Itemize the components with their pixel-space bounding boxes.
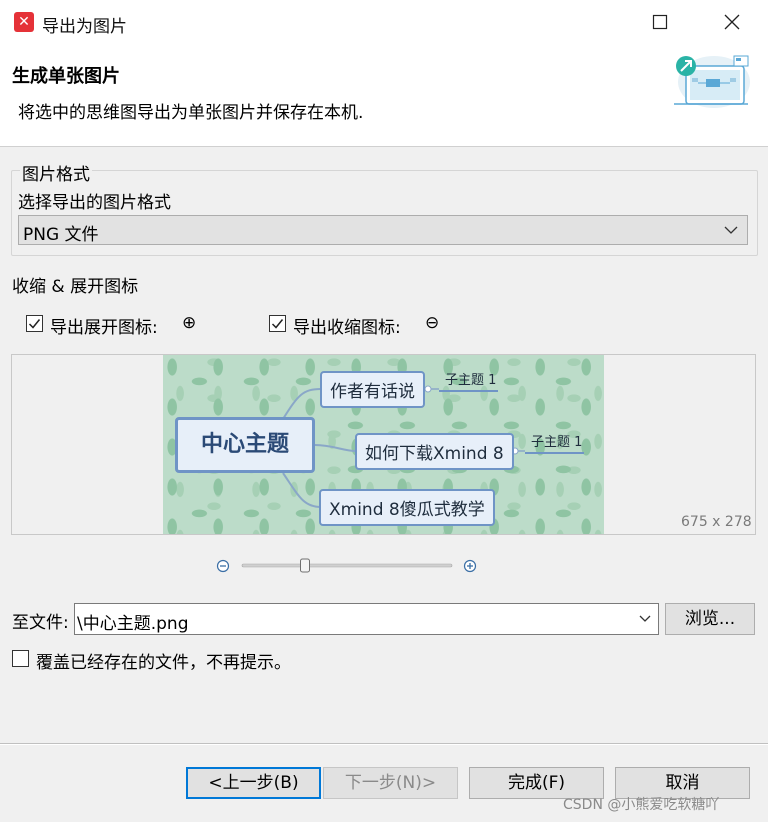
xmind-logo-icon: ✕: [14, 12, 34, 32]
file-path-combobox[interactable]: \中心主题.png: [74, 603, 659, 635]
format-group-legend: 图片格式: [20, 160, 92, 185]
export-expand-label: 导出展开图标:: [50, 318, 158, 338]
expand-icon: ⊕: [182, 313, 197, 333]
to-file-label: 至文件:: [12, 613, 69, 633]
wizard-header: 生成单张图片 将选中的思维图导出为单张图片并保存在本机.: [0, 46, 768, 147]
topic-node-1: 作者有话说: [320, 371, 425, 408]
chevron-down-icon: [724, 226, 738, 234]
format-select[interactable]: PNG 文件: [18, 215, 748, 245]
zoom-out-icon[interactable]: [216, 559, 230, 573]
maximize-icon: [652, 14, 668, 30]
checkmark-icon: [28, 319, 41, 329]
zoom-slider-thumb[interactable]: [300, 558, 310, 573]
file-path-value: \中心主题.png: [77, 614, 189, 634]
mindmap-preview-image: 中心主题 作者有话说 子主题 1 如何下载Xmind 8 子主题 1 Xmind…: [163, 355, 604, 534]
zoom-slider-track[interactable]: [241, 563, 453, 568]
export-collapse-checkbox[interactable]: [269, 315, 286, 332]
footer-divider-highlight: [0, 744, 768, 745]
overwrite-checkbox[interactable]: [12, 650, 29, 667]
page-title: 生成单张图片: [12, 66, 120, 87]
subtopic-node-1: 子主题 1: [439, 369, 499, 392]
back-button[interactable]: <上一步(B): [186, 767, 321, 799]
maximize-button[interactable]: [640, 8, 680, 38]
export-expand-checkbox[interactable]: [26, 315, 43, 332]
format-select-label: 选择导出的图片格式: [18, 193, 171, 213]
title-bar: ✕ 导出为图片: [0, 0, 768, 46]
topic-node-3: Xmind 8傻瓜式教学: [319, 489, 495, 526]
browse-button[interactable]: 浏览...: [665, 603, 755, 635]
collapse-icon: ⊖: [425, 313, 440, 333]
page-description: 将选中的思维图导出为单张图片并保存在本机.: [18, 103, 364, 123]
export-collapse-label: 导出收缩图标:: [293, 318, 401, 338]
zoom-in-icon[interactable]: [463, 559, 477, 573]
close-icon: [724, 14, 740, 30]
watermark-text: CSDN @小熊爱吃软糖吖: [563, 797, 720, 813]
next-button[interactable]: 下一步(N)>: [323, 767, 458, 799]
format-select-value: PNG 文件: [23, 225, 99, 245]
close-button[interactable]: [712, 8, 752, 38]
window-title: 导出为图片: [42, 17, 127, 37]
chevron-down-icon[interactable]: [638, 610, 652, 628]
checkmark-icon: [271, 319, 284, 329]
zoom-control: [214, 556, 478, 576]
subtopic-node-2: 子主题 1: [525, 431, 585, 454]
topic-node-2: 如何下载Xmind 8: [355, 433, 514, 470]
icons-section-label: 收缩 & 展开图标: [12, 277, 139, 297]
center-topic-node: 中心主题: [175, 417, 315, 473]
export-image-illustration-icon: [674, 55, 750, 108]
overwrite-label: 覆盖已经存在的文件，不再提示。: [36, 653, 291, 673]
image-dimensions: 675 x 278: [681, 514, 752, 530]
